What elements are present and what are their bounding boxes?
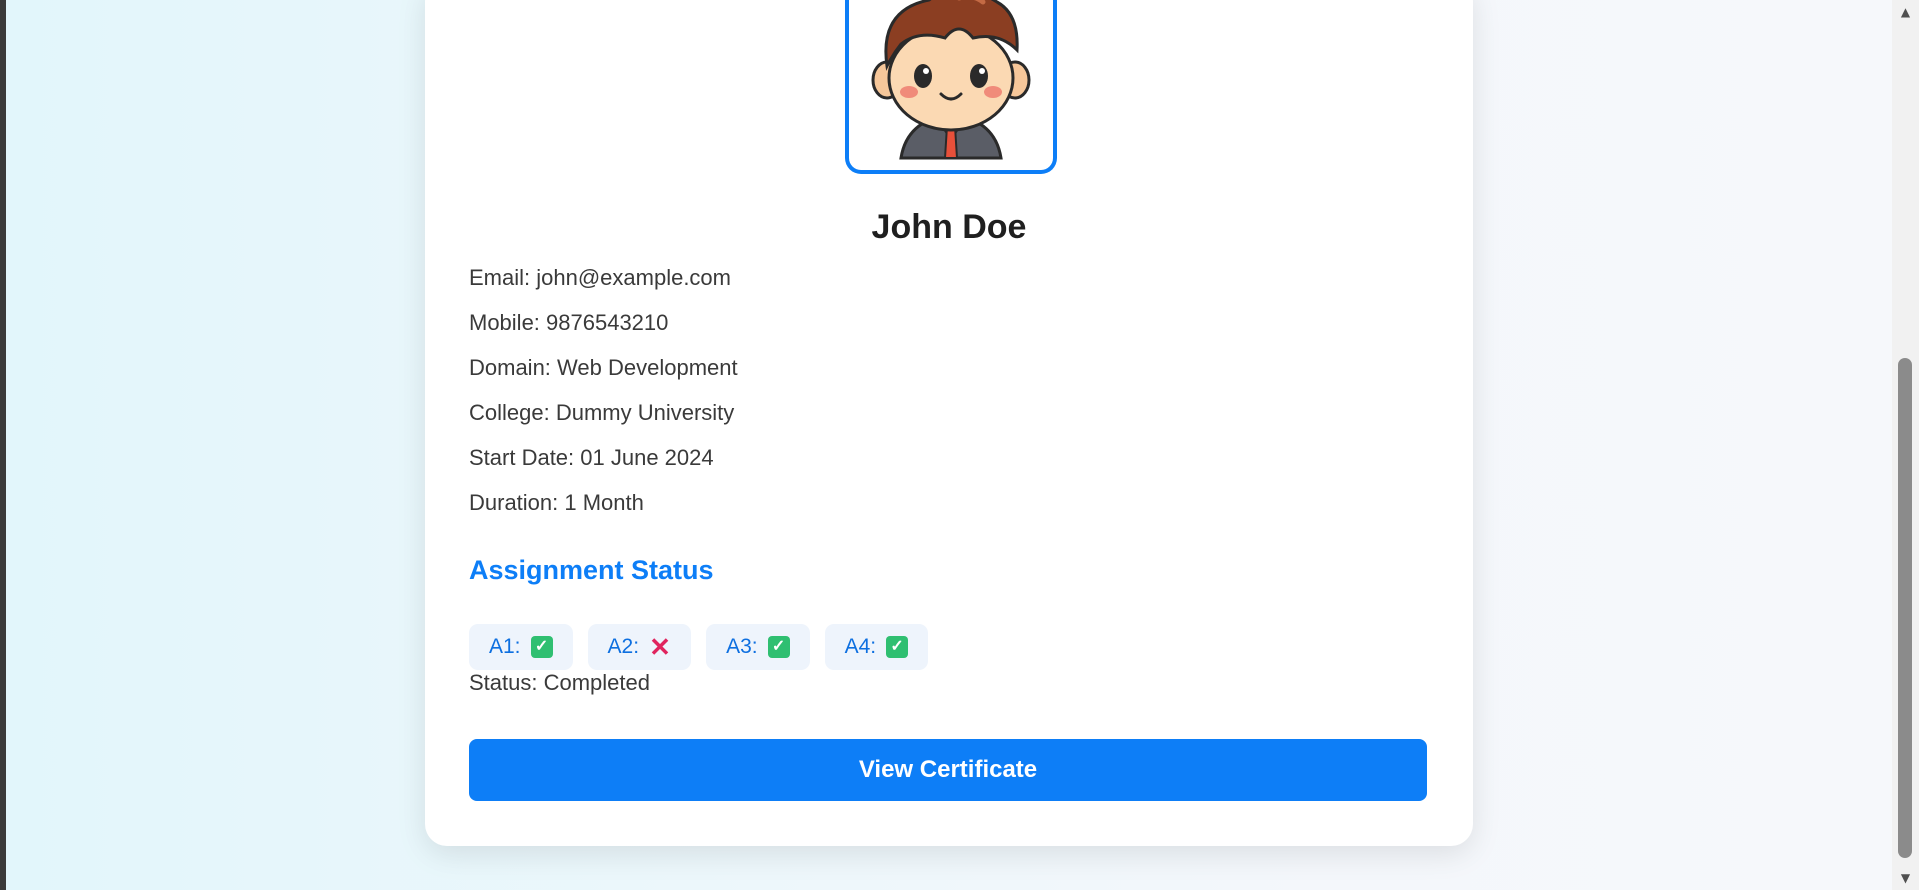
assignment-status-heading: Assignment Status <box>469 555 714 585</box>
check-mark-icon: ✓ <box>886 636 909 658</box>
assignment-label: A1: <box>489 635 521 658</box>
assignment-chip-a3: A3: ✓ <box>706 624 810 670</box>
start-date-text: Start Date: 01 June 2024 <box>469 445 714 470</box>
assignment-label: A3: <box>726 635 758 658</box>
scrollbar-thumb[interactable] <box>1898 358 1912 858</box>
profile-name: John Doe <box>871 208 1027 246</box>
avatar <box>845 0 1057 174</box>
avatar-illustration <box>871 0 1031 160</box>
duration-text: Duration: 1 Month <box>469 490 644 515</box>
assignment-chip-a4: A4: ✓ <box>824 624 929 670</box>
domain-text: Domain: Web Development <box>469 355 738 380</box>
assignment-chips: A1: ✓ A2: ✕ A3: ✓ A4: ✓ <box>469 624 929 670</box>
scroll-down-icon[interactable]: ▼ <box>1892 866 1919 890</box>
view-certificate-button[interactable]: View Certificate <box>469 739 1427 801</box>
assignment-label: A4: <box>844 635 877 658</box>
scroll-up-icon[interactable]: ▲ <box>1892 0 1919 24</box>
completion-status: Status: Completed <box>469 670 650 695</box>
vertical-scrollbar[interactable]: ▲ ▼ <box>1892 0 1919 890</box>
page-viewport: John Doe Email: john@example.com Mobile:… <box>6 0 1892 890</box>
profile-card: John Doe Email: john@example.com Mobile:… <box>425 0 1473 846</box>
mobile-text: Mobile: 9876543210 <box>469 310 669 335</box>
assignment-chip-a1: A1: ✓ <box>469 624 573 670</box>
check-mark-icon: ✓ <box>530 636 553 658</box>
assignment-label: A2: <box>607 635 640 658</box>
email-text: Email: john@example.com <box>469 265 731 290</box>
college-text: College: Dummy University <box>469 400 735 425</box>
check-mark-icon: ✓ <box>767 636 790 658</box>
cross-mark-icon: ✕ <box>649 632 671 662</box>
assignment-chip-a2: A2: ✕ <box>587 624 692 670</box>
